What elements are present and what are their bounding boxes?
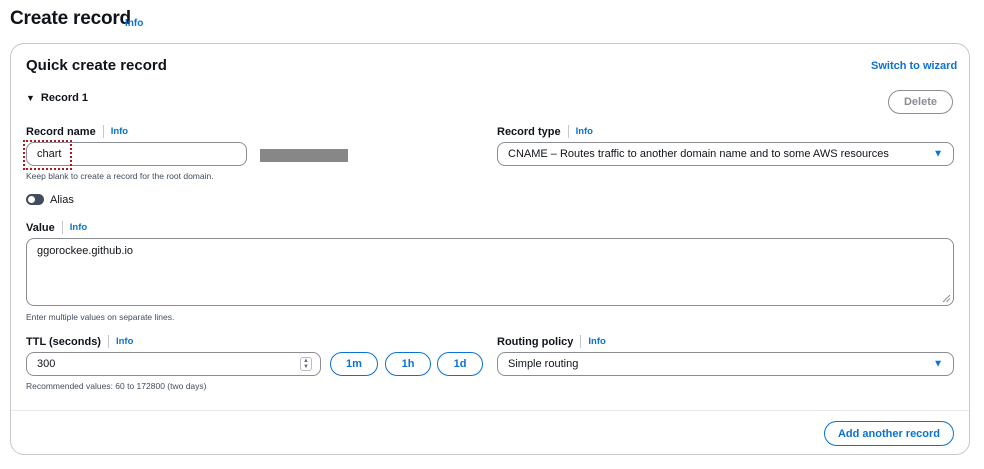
label-separator [61,221,63,234]
ttl-hint: Recommended values: 60 to 172800 (two da… [26,381,207,391]
record-type-selected: CNAME – Routes traffic to another domain… [508,148,889,160]
card-title: Quick create record [26,57,167,74]
ttl-1d-button[interactable]: 1d [437,352,483,376]
focus-highlight [23,140,72,170]
add-another-record-button[interactable]: Add another record [824,421,954,446]
card-footer-divider [11,410,969,411]
record-section-label: Record 1 [40,92,88,104]
record-type-label-row: Record type Info [497,125,593,138]
stepper-icon[interactable]: ▲ ▼ [300,357,312,371]
delete-record-button[interactable]: Delete [888,90,953,114]
record-section-toggle[interactable]: ▼ Record 1 [26,92,88,104]
routing-policy-select[interactable]: Simple routing ▼ [497,352,954,376]
routing-policy-label: Routing policy [497,335,574,348]
value-label-row: Value Info [26,221,87,234]
value-hint: Enter multiple values on separate lines. [26,312,175,322]
toggle-knob [28,196,35,203]
value-label: Value [26,221,55,234]
label-separator [567,125,569,138]
switch-to-wizard-link[interactable]: Switch to wizard [871,60,957,72]
routing-policy-info-link[interactable]: Info [588,336,605,347]
caret-down-icon: ▼ [26,93,35,103]
record-name-label: Record name [26,125,96,138]
ttl-value: 300 [37,358,56,370]
record-type-select[interactable]: CNAME – Routes traffic to another domain… [497,142,954,166]
caret-down-icon: ▼ [933,148,943,160]
ttl-label-row: TTL (seconds) Info [26,335,133,348]
resize-grip-icon[interactable] [941,293,951,303]
record-type-info-link[interactable]: Info [576,126,593,137]
caret-down-icon: ▼ [933,358,943,370]
record-type-label: Record type [497,125,561,138]
value-text: ggorockee.github.io [37,245,134,257]
routing-policy-selected: Simple routing [508,358,579,370]
alias-label: Alias [50,194,74,206]
record-name-info-link[interactable]: Info [111,126,128,137]
value-textarea[interactable]: ggorockee.github.io [26,238,954,306]
label-separator [102,125,104,138]
ttl-1m-button[interactable]: 1m [330,352,378,376]
record-name-label-row: Record name Info [26,125,128,138]
ttl-info-link[interactable]: Info [116,336,133,347]
alias-toggle[interactable] [26,194,44,205]
record-name-hint: Keep blank to create a record for the ro… [26,171,214,181]
redacted-domain [260,149,348,162]
label-separator [107,335,109,348]
ttl-label: TTL (seconds) [26,335,101,348]
label-separator [580,335,582,348]
page-title: Create record [10,8,131,29]
page-info-link[interactable]: Info [125,18,143,29]
routing-policy-label-row: Routing policy Info [497,335,606,348]
ttl-input[interactable]: 300 ▲ ▼ [26,352,321,376]
ttl-1h-button[interactable]: 1h [385,352,431,376]
value-info-link[interactable]: Info [70,222,87,233]
